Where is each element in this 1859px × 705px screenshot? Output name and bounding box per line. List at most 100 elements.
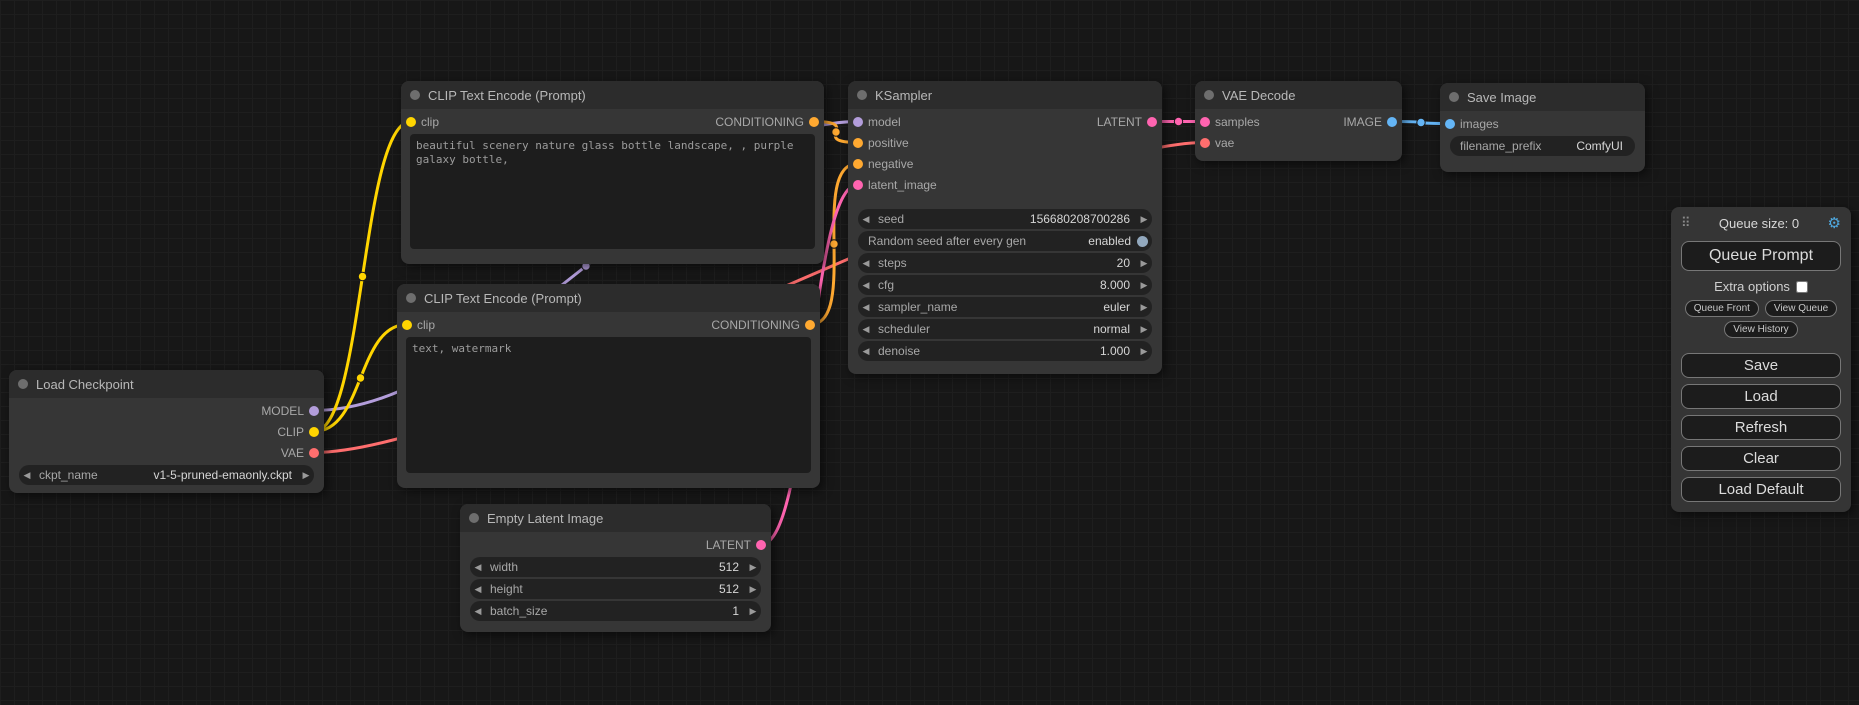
vae-input-port[interactable] xyxy=(1200,138,1210,148)
node-clip-text-encode-positive[interactable]: CLIP Text Encode (Prompt) clip CONDITION… xyxy=(401,81,824,264)
input-slot-latent-image: latent_image xyxy=(848,174,1162,195)
image-output-port[interactable] xyxy=(1387,117,1397,127)
toggle-knob-icon[interactable] xyxy=(1137,236,1148,247)
collapse-toggle-icon[interactable] xyxy=(469,513,479,523)
node-title-bar[interactable]: Empty Latent Image xyxy=(460,504,771,532)
latent-output-port[interactable] xyxy=(1147,117,1157,127)
collapse-toggle-icon[interactable] xyxy=(406,293,416,303)
widget-cfg[interactable]: ◀ cfg 8.000 ▶ xyxy=(858,275,1152,295)
widget-filename-prefix[interactable]: filename_prefix ComfyUI xyxy=(1450,136,1635,156)
clip-output-port[interactable] xyxy=(309,427,319,437)
widget-denoise[interactable]: ◀ denoise 1.000 ▶ xyxy=(858,341,1152,361)
slot-label: CLIP xyxy=(277,425,304,439)
save-button[interactable]: Save xyxy=(1681,353,1841,378)
output-slot-model: MODEL xyxy=(9,400,324,421)
node-vae-decode[interactable]: VAE Decode samples IMAGE vae xyxy=(1195,81,1402,161)
extra-options-checkbox[interactable] xyxy=(1796,281,1808,293)
conditioning-output-port[interactable] xyxy=(805,320,815,330)
positive-prompt-textarea[interactable]: beautiful scenery nature glass bottle la… xyxy=(410,134,815,249)
gear-icon[interactable]: ⚙ xyxy=(1828,214,1841,232)
queue-prompt-button[interactable]: Queue Prompt xyxy=(1681,241,1841,271)
widget-width[interactable]: ◀ width 512 ▶ xyxy=(470,557,761,577)
collapse-toggle-icon[interactable] xyxy=(410,90,420,100)
model-input-port[interactable] xyxy=(853,117,863,127)
refresh-button[interactable]: Refresh xyxy=(1681,415,1841,440)
samples-input-port[interactable] xyxy=(1200,117,1210,127)
increment-arrow-icon[interactable]: ▶ xyxy=(1136,258,1152,269)
widget-seed[interactable]: ◀ seed 156680208700286 ▶ xyxy=(858,209,1152,229)
decrement-arrow-icon[interactable]: ◀ xyxy=(470,562,486,573)
extra-options-label: Extra options xyxy=(1714,279,1790,294)
collapse-toggle-icon[interactable] xyxy=(18,379,28,389)
widget-seed-control-toggle[interactable]: Random seed after every gen enabled xyxy=(858,231,1152,251)
decrement-arrow-icon[interactable]: ◀ xyxy=(858,302,874,313)
model-output-port[interactable] xyxy=(309,406,319,416)
node-title-bar[interactable]: Save Image xyxy=(1440,83,1645,111)
node-title: KSampler xyxy=(875,88,932,103)
increment-arrow-icon[interactable]: ▶ xyxy=(1136,214,1152,225)
node-clip-text-encode-negative[interactable]: CLIP Text Encode (Prompt) clip CONDITION… xyxy=(397,284,820,488)
node-empty-latent-image[interactable]: Empty Latent Image LATENT ◀ width 512 ▶ … xyxy=(460,504,771,632)
negative-input-port[interactable] xyxy=(853,159,863,169)
view-history-button[interactable]: View History xyxy=(1724,321,1797,338)
widget-label: ckpt_name xyxy=(39,468,98,482)
clip-input-port[interactable] xyxy=(406,117,416,127)
increment-arrow-icon[interactable]: ▶ xyxy=(1136,346,1152,357)
vae-output-port[interactable] xyxy=(309,448,319,458)
conditioning-output-port[interactable] xyxy=(809,117,819,127)
negative-prompt-textarea[interactable]: text, watermark xyxy=(406,337,811,473)
increment-arrow-icon[interactable]: ▶ xyxy=(745,562,761,573)
widget-steps[interactable]: ◀ steps 20 ▶ xyxy=(858,253,1152,273)
widget-scheduler[interactable]: ◀ scheduler normal ▶ xyxy=(858,319,1152,339)
clip-input-port[interactable] xyxy=(402,320,412,330)
node-save-image[interactable]: Save Image images filename_prefix ComfyU… xyxy=(1440,83,1645,172)
node-title-bar[interactable]: KSampler xyxy=(848,81,1162,109)
queue-front-button[interactable]: Queue Front xyxy=(1685,300,1759,317)
node-title-bar[interactable]: CLIP Text Encode (Prompt) xyxy=(397,284,820,312)
node-title: CLIP Text Encode (Prompt) xyxy=(424,291,582,306)
decrement-arrow-icon[interactable]: ◀ xyxy=(858,324,874,335)
widget-label: scheduler xyxy=(878,322,930,336)
widget-sampler-name[interactable]: ◀ sampler_name euler ▶ xyxy=(858,297,1152,317)
node-load-checkpoint[interactable]: Load Checkpoint MODEL CLIP VAE ◀ ckpt_na… xyxy=(9,370,324,493)
decrement-arrow-icon[interactable]: ◀ xyxy=(858,280,874,291)
load-button[interactable]: Load xyxy=(1681,384,1841,409)
collapse-toggle-icon[interactable] xyxy=(857,90,867,100)
increment-arrow-icon[interactable]: ▶ xyxy=(1136,302,1152,313)
increment-arrow-icon[interactable]: ▶ xyxy=(1136,280,1152,291)
clear-button[interactable]: Clear xyxy=(1681,446,1841,471)
decrement-arrow-icon[interactable]: ◀ xyxy=(858,258,874,269)
positive-input-port[interactable] xyxy=(853,138,863,148)
decrement-arrow-icon[interactable]: ◀ xyxy=(470,606,486,617)
latent-output-port[interactable] xyxy=(756,540,766,550)
node-title-bar[interactable]: CLIP Text Encode (Prompt) xyxy=(401,81,824,109)
input-slot-negative: negative xyxy=(848,153,1162,174)
decrement-arrow-icon[interactable]: ◀ xyxy=(858,214,874,225)
widget-ckpt-name[interactable]: ◀ ckpt_name v1-5-pruned-emaonly.ckpt ▶ xyxy=(19,465,314,485)
decrement-arrow-icon[interactable]: ◀ xyxy=(470,584,486,595)
view-queue-button[interactable]: View Queue xyxy=(1765,300,1837,317)
latent-image-input-port[interactable] xyxy=(853,180,863,190)
images-input-port[interactable] xyxy=(1445,119,1455,129)
history-row: View History xyxy=(1681,321,1841,338)
increment-arrow-icon[interactable]: ▶ xyxy=(298,470,314,481)
decrement-arrow-icon[interactable]: ◀ xyxy=(19,470,35,481)
node-ksampler[interactable]: KSampler model LATENT positive negative … xyxy=(848,81,1162,374)
widget-batch-size[interactable]: ◀ batch_size 1 ▶ xyxy=(470,601,761,621)
widget-value: 1 xyxy=(732,604,739,618)
node-title: Empty Latent Image xyxy=(487,511,603,526)
load-default-button[interactable]: Load Default xyxy=(1681,477,1841,502)
collapse-toggle-icon[interactable] xyxy=(1449,92,1459,102)
widget-label: Random seed after every gen xyxy=(868,234,1026,248)
widget-height[interactable]: ◀ height 512 ▶ xyxy=(470,579,761,599)
node-title-bar[interactable]: VAE Decode xyxy=(1195,81,1402,109)
node-title-bar[interactable]: Load Checkpoint xyxy=(9,370,324,398)
drag-handle-icon[interactable]: ⠿ xyxy=(1681,215,1691,231)
increment-arrow-icon[interactable]: ▶ xyxy=(1136,324,1152,335)
collapse-toggle-icon[interactable] xyxy=(1204,90,1214,100)
increment-arrow-icon[interactable]: ▶ xyxy=(745,584,761,595)
widget-value: 8.000 xyxy=(1100,278,1130,292)
widget-label: width xyxy=(490,560,518,574)
decrement-arrow-icon[interactable]: ◀ xyxy=(858,346,874,357)
increment-arrow-icon[interactable]: ▶ xyxy=(745,606,761,617)
